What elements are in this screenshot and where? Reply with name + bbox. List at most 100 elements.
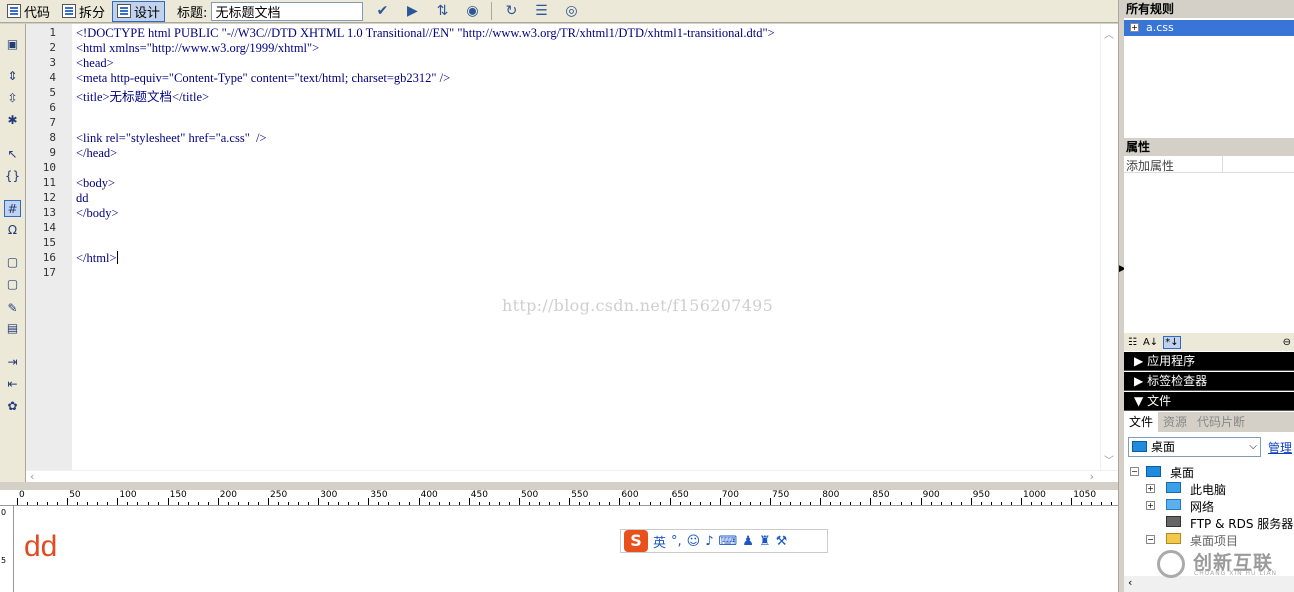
line-numbers-icon[interactable]: # (4, 200, 21, 217)
input-mode-toggle[interactable]: 英 (653, 532, 666, 551)
tree-item-label: FTP & RDS 服务器 (1190, 517, 1294, 531)
tree-expander[interactable]: + (1146, 501, 1155, 510)
shirt-icon[interactable]: ♜ (759, 534, 771, 549)
site-dropdown-value: 桌面 (1151, 440, 1176, 454)
outdent-icon[interactable]: ⇤ (4, 376, 21, 393)
code-view-button[interactable]: 代码 (2, 1, 55, 22)
split-divider[interactable] (0, 482, 1118, 490)
css-rule-item[interactable]: + a.css (1124, 20, 1294, 36)
group-tag-inspector[interactable]: ▶ 标签检查器 (1124, 372, 1294, 391)
title-label: 标题: (177, 5, 208, 21)
code-line[interactable]: <html xmlns="http://www.w3.org/1999/xhtm… (76, 41, 319, 56)
set-properties-icon[interactable]: *↓ (1163, 335, 1181, 349)
wrap-tag-icon[interactable]: ✎ (4, 300, 21, 317)
chevron-down-icon[interactable]: ⌵ (1249, 438, 1257, 456)
highlight-invalid-icon[interactable]: Ω (4, 222, 21, 239)
line-number: 12 (42, 191, 56, 204)
site-dropdown[interactable]: 桌面 ⌵ (1128, 437, 1261, 457)
design-view-label: 设计 (134, 5, 161, 21)
tab-assets[interactable]: 资源 (1158, 412, 1192, 432)
line-number: 11 (42, 176, 56, 189)
ruler-tick (117, 498, 119, 505)
view-options-icon[interactable]: ☰ (530, 2, 552, 20)
preview-browser-icon[interactable]: ▶ (401, 2, 423, 20)
code-line-text: <!DOCTYPE html PUBLIC "-//W3C//DTD XHTML… (76, 26, 775, 40)
file-transfer-icon[interactable]: ⇅ (431, 2, 453, 20)
code-line[interactable]: <title>无标题文档</title> (76, 86, 209, 105)
ruler-label: 350 (370, 490, 388, 500)
design-view-button[interactable]: 设计 (112, 0, 166, 22)
add-property-link[interactable]: 添加属性 (1126, 157, 1174, 174)
code-line[interactable]: dd (76, 191, 89, 206)
ruler-label: 450 (470, 490, 488, 500)
code-line-text: </head> (76, 146, 118, 160)
wrench-icon[interactable]: ⚒ (776, 534, 788, 549)
group-files[interactable]: ▼ 文件 (1124, 392, 1294, 411)
sogou-logo-icon[interactable]: S (624, 530, 648, 552)
ruler-tick (368, 498, 370, 505)
tab-snippets[interactable]: 代码片断 (1192, 412, 1250, 432)
remove-comment-icon[interactable]: ▢ (4, 276, 21, 293)
ruler-tick (468, 498, 470, 505)
collapse-selection-icon[interactable]: ⇳ (4, 90, 21, 107)
format-source-icon[interactable]: ✿ (4, 398, 21, 415)
list-view-icon[interactable]: A↓ (1142, 337, 1159, 348)
indent-icon[interactable]: ⇥ (4, 354, 21, 371)
punctuation-icon[interactable]: °, (671, 534, 682, 549)
code-line[interactable]: <!DOCTYPE html PUBLIC "-//W3C//DTD XHTML… (76, 26, 775, 41)
expand-icon[interactable]: + (1130, 23, 1139, 32)
tree-expander[interactable]: + (1146, 484, 1155, 493)
ruler-tick (569, 498, 571, 505)
user-icon[interactable]: ♟ (742, 534, 754, 549)
design-view[interactable]: dd (14, 506, 1118, 592)
recent-snippets-icon[interactable]: ▤ (4, 320, 21, 337)
tab-files[interactable]: 文件 (1124, 412, 1159, 432)
code-area[interactable]: <!DOCTYPE html PUBLIC "-//W3C//DTD XHTML… (76, 24, 1100, 470)
line-number: 3 (49, 56, 56, 69)
scroll-left-icon[interactable]: ‹ (1128, 576, 1132, 589)
link-icon[interactable]: ⊖ (1282, 337, 1292, 348)
page-body-text[interactable]: dd (24, 530, 57, 564)
brand-watermark-logo: 创新互联 CHUANG XIN HU LIAN (1157, 548, 1287, 580)
manage-sites-link[interactable]: 管理 (1268, 439, 1292, 456)
editor-horizontal-scrollbar[interactable]: ‹ › (26, 470, 1118, 483)
apply-comment-icon[interactable]: ▢ (4, 254, 21, 271)
tree-expander[interactable]: − (1130, 467, 1139, 476)
group-application[interactable]: ▶ 应用程序 (1124, 352, 1294, 371)
title-input[interactable] (211, 1, 364, 21)
balance-braces-icon[interactable]: {} (4, 168, 21, 185)
code-line[interactable]: </body> (76, 206, 119, 221)
code-view-label: 代码 (24, 5, 51, 21)
editor-vertical-scrollbar[interactable]: ︿ ﹀ (1100, 24, 1118, 470)
browser-globe-icon[interactable]: ◉ (461, 2, 483, 20)
split-view-button[interactable]: 拆分 (57, 1, 110, 22)
category-view-icon[interactable]: ☷ (1127, 337, 1138, 348)
code-line-text: <link rel="stylesheet" href="a.css" /> (76, 131, 267, 145)
code-line[interactable]: <link rel="stylesheet" href="a.css" /> (76, 131, 267, 146)
code-line-text: dd (76, 191, 89, 205)
microphone-icon[interactable]: ♪ (705, 534, 713, 549)
ruler-tick (318, 498, 320, 505)
ime-toolbar[interactable]: S 英 °, ☺ ♪ ⌨ ♟ ♜ ⚒ (620, 529, 828, 553)
emoji-icon[interactable]: ☺ (687, 534, 701, 549)
ruler-label: 750 (772, 490, 790, 500)
scroll-up-icon[interactable]: ︿ (1104, 26, 1114, 41)
code-editor[interactable]: 1 2 3 4 5 6 7 8 9 10 11 12 13 14 15 16 17 <!DOCTYPE html… (26, 24, 1118, 483)
ruler-tick (519, 498, 520, 505)
code-line[interactable]: <head> (76, 56, 114, 71)
collapse-tag-icon[interactable]: ⇕ (4, 68, 21, 85)
scroll-down-icon[interactable]: ﹀ (1104, 452, 1114, 467)
code-line[interactable]: </html> (76, 251, 118, 266)
visual-aids-icon[interactable]: ◎ (560, 2, 582, 20)
keyboard-icon[interactable]: ⌨ (719, 534, 738, 549)
code-line[interactable]: <meta http-equiv="Content-Type" content=… (76, 71, 450, 86)
code-line[interactable]: </head> (76, 146, 117, 161)
tree-expander[interactable]: − (1146, 535, 1155, 544)
select-parent-tag-icon[interactable]: ↖ (4, 146, 21, 163)
open-documents-icon[interactable]: ▣ (4, 36, 21, 53)
refresh-icon[interactable]: ↻ (500, 2, 522, 20)
ruler-tick (820, 498, 822, 505)
code-line[interactable]: <body> (76, 176, 115, 191)
expand-all-icon[interactable]: ✱ (4, 112, 21, 129)
validate-icon[interactable]: ✔ (371, 2, 393, 20)
